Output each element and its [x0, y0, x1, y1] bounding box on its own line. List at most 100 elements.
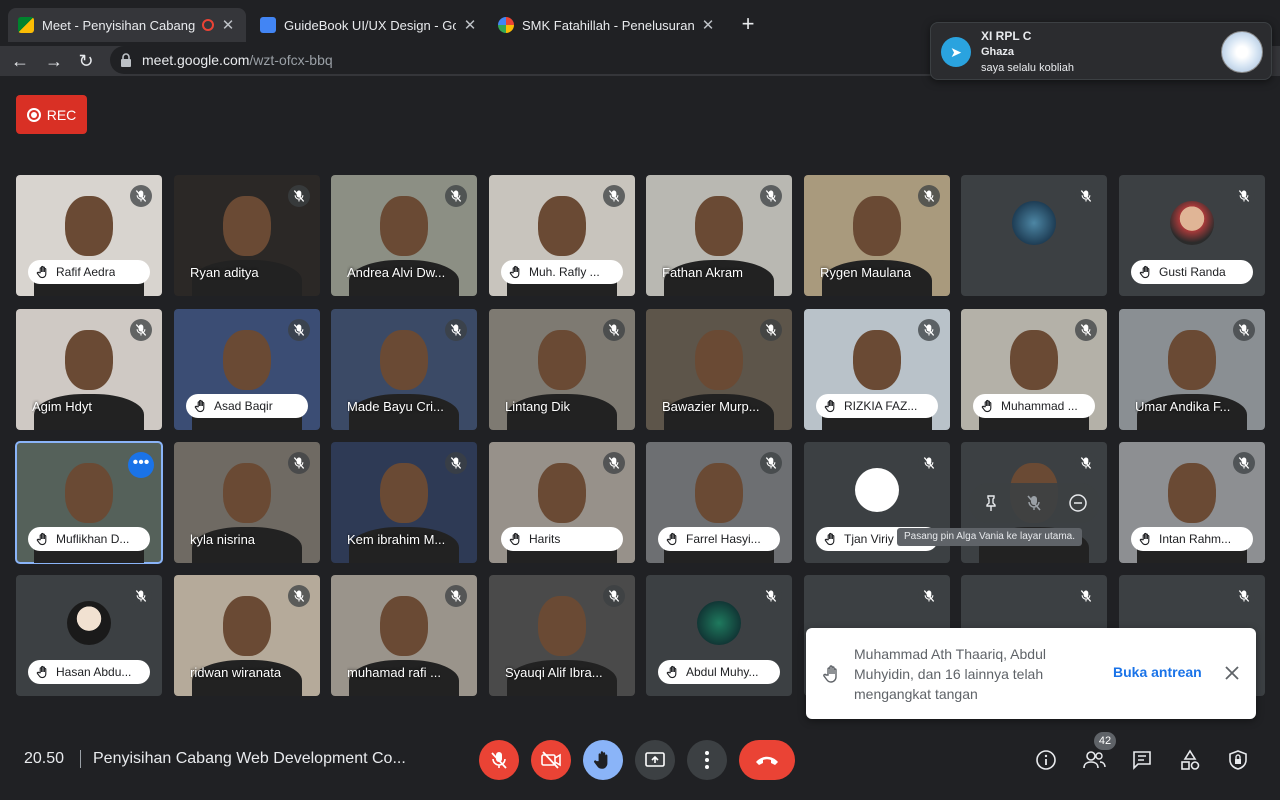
participant-video-face [1168, 329, 1216, 390]
record-icon [26, 107, 41, 122]
participant-tile[interactable]: Muhammad ... [961, 309, 1107, 430]
more-options-button[interactable] [687, 740, 727, 780]
raise-hand-button[interactable] [583, 740, 623, 780]
notification-message: saya selalu kobliah [981, 62, 1074, 74]
telegram-notification[interactable]: ➤ XI RPL C Ghaza saya selalu kobliah [930, 22, 1272, 80]
participant-tile[interactable]: ridwan wiranata [174, 575, 320, 696]
muted-mic-icon [760, 585, 782, 607]
participant-tile[interactable]: muhamad rafi ... [331, 575, 477, 696]
participant-tile[interactable]: Rafif Aedra [16, 175, 162, 296]
camera-off-icon [541, 751, 561, 769]
close-icon[interactable] [1222, 663, 1242, 683]
back-icon[interactable]: ← [8, 49, 32, 73]
participant-tile[interactable]: Andrea Alvi Dw... [331, 175, 477, 296]
participant-name: Lintang Dik [505, 399, 571, 414]
participant-video-face [223, 595, 271, 656]
participant-name: Made Bayu Cri... [347, 399, 444, 414]
camera-toggle-button[interactable] [531, 740, 571, 780]
muted-mic-icon [1233, 585, 1255, 607]
microphone-toggle-button[interactable] [479, 740, 519, 780]
muted-mic-icon [1075, 185, 1097, 207]
raised-hands-message: Muhammad Ath Thaariq, Abdul Muhyidin, da… [854, 646, 1046, 702]
participant-tile[interactable]: Farrel Hasyi... [646, 442, 792, 563]
tab-google-search[interactable]: SMK Fatahillah - Penelusuran G ✕ [488, 8, 726, 42]
participant-name: Muhammad ... [1001, 399, 1078, 413]
participant-tile[interactable]: kyla nisrina [174, 442, 320, 563]
new-tab-icon[interactable]: + [736, 12, 760, 36]
participant-tile[interactable]: RIZKIA FAZ... [804, 309, 950, 430]
participant-tile[interactable]: Abdul Muhy... [646, 575, 792, 696]
people-button[interactable] [1082, 748, 1106, 772]
participant-tile[interactable]: Bawazier Murp... [646, 309, 792, 430]
participant-tile[interactable]: Asad Baqir [174, 309, 320, 430]
reload-icon[interactable]: ↻ [74, 49, 98, 73]
raised-hand-icon [36, 532, 47, 546]
participant-tile[interactable]: Fathan Akram [646, 175, 792, 296]
raised-hand-name-pill: Gusti Randa [1131, 260, 1253, 284]
muted-mic-icon [1075, 452, 1097, 474]
close-tab-icon[interactable]: ✕ [220, 16, 236, 34]
forward-icon[interactable]: → [42, 49, 66, 73]
tab-title: Meet - Penyisihan Cabang [42, 17, 196, 33]
raised-hand-icon [981, 399, 992, 413]
pin-icon[interactable] [982, 494, 1000, 512]
participant-tile[interactable]: Muh. Rafly ... [489, 175, 635, 296]
participant-video-face [695, 462, 743, 523]
raised-hand-name-pill: Asad Baqir [186, 394, 308, 418]
chat-button[interactable] [1130, 748, 1154, 772]
more-options-icon[interactable]: ••• [128, 452, 154, 478]
meeting-details-button[interactable] [1034, 748, 1058, 772]
participant-video-face [538, 595, 586, 656]
muted-mic-icon [445, 585, 467, 607]
host-controls-button[interactable] [1226, 748, 1250, 772]
participant-name: RIZKIA FAZ... [844, 399, 918, 413]
participant-name: Rygen Maulana [820, 265, 912, 280]
participant-tile[interactable]: Umar Andika F... [1119, 309, 1265, 430]
raised-hand-icon [36, 265, 47, 279]
recording-badge[interactable]: REC [16, 95, 87, 134]
participant-tile[interactable]: Gusti Randa [1119, 175, 1265, 296]
leave-call-button[interactable] [739, 740, 795, 780]
participant-tile[interactable]: Agim Hdyt [16, 309, 162, 430]
participant-tile[interactable]: Made Bayu Cri... [331, 309, 477, 430]
remove-icon[interactable] [1068, 493, 1088, 513]
participant-video-face [65, 462, 113, 523]
tab-meet[interactable]: Meet - Penyisihan Cabang ✕ [8, 8, 246, 42]
participant-video-face [853, 195, 901, 256]
activities-button[interactable] [1178, 748, 1202, 772]
participant-video-face [65, 329, 113, 390]
open-queue-button[interactable]: Buka antrean [1113, 664, 1202, 680]
participant-tile[interactable]: Syauqi Alif Ibra... [489, 575, 635, 696]
participant-tile[interactable]: Hasan Abdu... [16, 575, 162, 696]
participant-tile[interactable]: Kem ibrahim M... [331, 442, 477, 563]
recording-label: REC [46, 106, 77, 123]
raised-hand-name-pill: Abdul Muhy... [658, 660, 780, 684]
raised-hand-icon [666, 665, 677, 679]
participant-video-face [65, 195, 113, 256]
muted-mic-icon [918, 185, 940, 207]
tab-guidebook[interactable]: GuideBook UI/UX Design - Goo ✕ [250, 8, 488, 42]
muted-mic-icon [288, 185, 310, 207]
participant-tile[interactable]: ••• Muflikhan D... [15, 441, 163, 564]
mic-off-icon[interactable] [1025, 494, 1043, 512]
muted-mic-icon [130, 185, 152, 207]
shield-lock-icon [1229, 750, 1247, 770]
participant-name: muhamad rafi ... [347, 665, 441, 680]
notification-avatar [1221, 31, 1263, 73]
raised-hand-name-pill: RIZKIA FAZ... [816, 394, 938, 418]
participant-avatar [697, 601, 741, 646]
telegram-icon: ➤ [941, 37, 971, 67]
present-screen-button[interactable] [635, 740, 675, 780]
participant-tile[interactable]: Harits [489, 442, 635, 563]
participant-video-face [538, 462, 586, 523]
close-tab-icon[interactable]: ✕ [700, 16, 716, 34]
participant-tile[interactable]: Rygen Maulana [804, 175, 950, 296]
participant-tile[interactable]: Ryan aditya [174, 175, 320, 296]
participant-tile[interactable]: Lintang Dik [489, 309, 635, 430]
participant-tile[interactable] [961, 175, 1107, 296]
participant-name: kyla nisrina [190, 532, 256, 547]
participant-name: Gusti Randa [1159, 265, 1226, 279]
participant-tile[interactable]: Intan Rahm... [1119, 442, 1265, 563]
close-tab-icon[interactable]: ✕ [462, 16, 478, 34]
participant-avatar [67, 601, 111, 646]
